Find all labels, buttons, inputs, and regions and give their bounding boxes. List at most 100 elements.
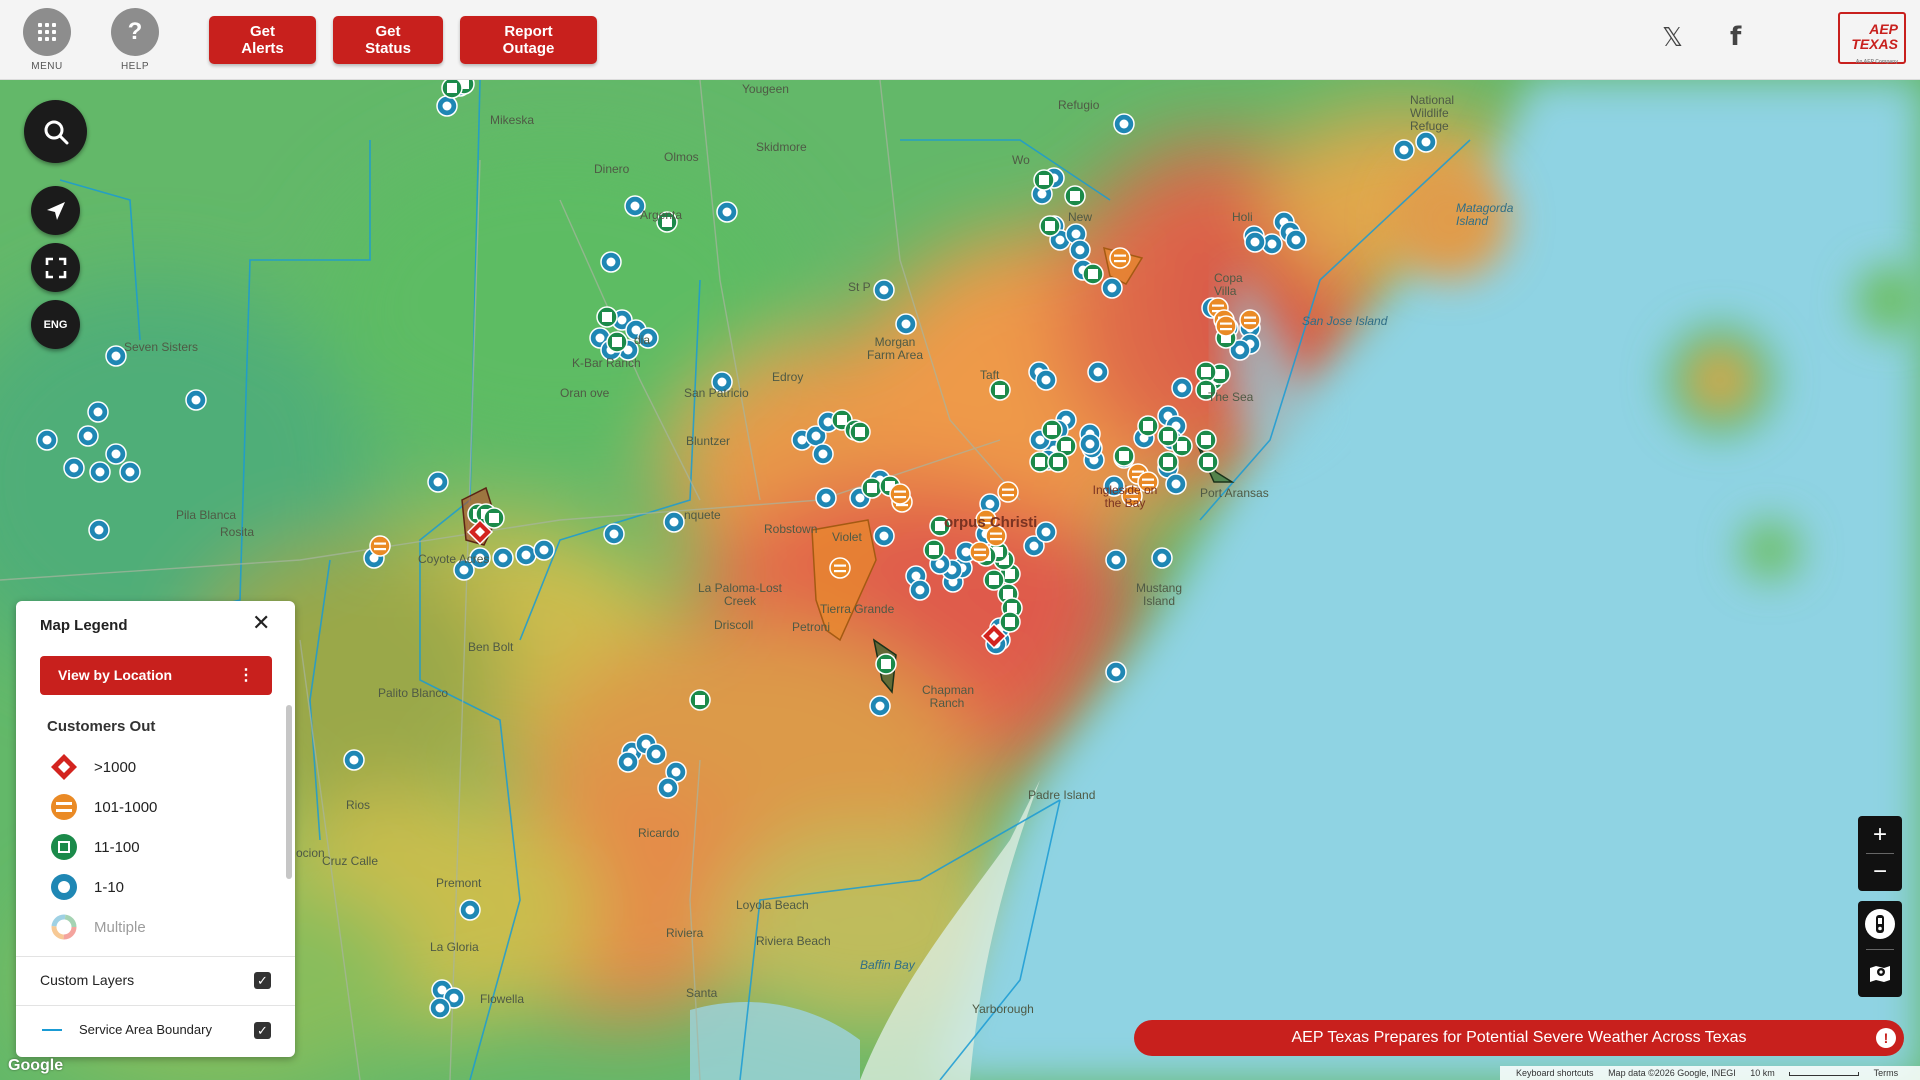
navigation-arrow-icon bbox=[46, 201, 65, 220]
marker-center bbox=[818, 449, 828, 459]
marker-center bbox=[722, 207, 732, 217]
marker-center bbox=[1421, 137, 1431, 147]
outage-marker-101-1000[interactable] bbox=[889, 483, 911, 505]
marker-center bbox=[1005, 569, 1015, 579]
marker-center bbox=[609, 529, 619, 539]
marker-stripe bbox=[834, 570, 846, 573]
zoom-in-button[interactable]: + bbox=[1858, 816, 1902, 853]
marker-center bbox=[1163, 457, 1173, 467]
info-icon bbox=[1876, 915, 1884, 933]
facebook-icon[interactable]: f bbox=[1730, 22, 1741, 52]
map-layers-button[interactable] bbox=[1866, 959, 1894, 987]
marker-center bbox=[1201, 435, 1211, 445]
marker-stripe bbox=[374, 542, 386, 545]
close-icon[interactable]: ✕ bbox=[252, 612, 270, 634]
more-options-icon[interactable]: ⋮ bbox=[238, 665, 254, 685]
green-square-icon bbox=[51, 834, 77, 860]
zoom-out-button[interactable]: − bbox=[1858, 853, 1902, 890]
marker-stripe bbox=[980, 522, 992, 525]
marker-stripe bbox=[974, 554, 986, 557]
search-button[interactable] bbox=[24, 100, 87, 163]
legend-item: 101-1000 bbox=[50, 793, 157, 821]
marker-stripe bbox=[1220, 328, 1232, 331]
marker-center bbox=[695, 695, 705, 705]
keyboard-shortcuts-link[interactable]: Keyboard shortcuts bbox=[1516, 1068, 1594, 1078]
marker-center bbox=[435, 1003, 445, 1013]
aep-texas-logo[interactable]: AEP TEXAS An AEP Company bbox=[1838, 12, 1906, 65]
marker-stripe bbox=[1220, 322, 1232, 325]
outage-marker-101-1000[interactable] bbox=[369, 535, 391, 557]
menu-button[interactable]: MENU bbox=[17, 8, 77, 72]
marker-center bbox=[1071, 229, 1081, 239]
outage-marker-101-1000[interactable] bbox=[969, 541, 991, 563]
outage-marker-101-1000[interactable] bbox=[1109, 247, 1131, 269]
outage-marker-101-1000[interactable] bbox=[1137, 471, 1159, 493]
marker-center bbox=[630, 201, 640, 211]
marker-center bbox=[1045, 221, 1055, 231]
marker-stripe bbox=[894, 496, 906, 499]
marker-center bbox=[1035, 457, 1045, 467]
zoom-control: + − bbox=[1858, 816, 1902, 891]
marker-center bbox=[911, 571, 921, 581]
news-alert-banner[interactable]: AEP Texas Prepares for Potential Severe … bbox=[1134, 1020, 1904, 1056]
marker-center bbox=[879, 285, 889, 295]
marker-center bbox=[1171, 479, 1181, 489]
marker-center bbox=[1041, 527, 1051, 537]
marker-center bbox=[1037, 189, 1047, 199]
outage-marker-101-1000[interactable] bbox=[997, 481, 1019, 503]
marker-stripe bbox=[1244, 316, 1256, 319]
top-bar: MENU ? HELP Get Alerts Get Status Report… bbox=[0, 0, 1920, 80]
outage-marker-101-1000[interactable] bbox=[829, 557, 851, 579]
marker-center bbox=[1061, 441, 1071, 451]
marker-center bbox=[717, 377, 727, 387]
grid-icon bbox=[23, 8, 71, 56]
outage-marker-101-1000[interactable] bbox=[1215, 315, 1237, 337]
marker-center bbox=[935, 559, 945, 569]
report-outage-button[interactable]: Report Outage bbox=[460, 16, 597, 64]
custom-layers-checkbox[interactable]: ✓ bbox=[254, 972, 271, 989]
marker-center bbox=[1041, 375, 1051, 385]
get-status-button[interactable]: Get Status bbox=[333, 16, 443, 64]
language-button[interactable]: ENG bbox=[31, 300, 80, 349]
marker-center bbox=[929, 545, 939, 555]
alert-icon: ! bbox=[1876, 1028, 1896, 1048]
marker-stripe bbox=[1002, 494, 1014, 497]
marker-center bbox=[498, 553, 508, 563]
marker-center bbox=[94, 525, 104, 535]
locate-button[interactable] bbox=[31, 186, 80, 235]
logo-subtext: An AEP Company bbox=[1855, 59, 1898, 65]
help-label: HELP bbox=[120, 61, 150, 72]
legend-scrollbar[interactable] bbox=[286, 705, 292, 879]
legend-item: 1-10 bbox=[50, 873, 124, 901]
marker-stripe bbox=[894, 490, 906, 493]
outage-marker-101-1000[interactable] bbox=[1121, 485, 1143, 507]
help-button[interactable]: ? HELP bbox=[105, 8, 165, 72]
marker-center bbox=[1039, 175, 1049, 185]
get-alerts-button[interactable]: Get Alerts bbox=[209, 16, 316, 64]
marker-stripe bbox=[1114, 254, 1126, 257]
legend-item: 11-100 bbox=[50, 833, 140, 861]
marker-center bbox=[83, 431, 93, 441]
marker-center bbox=[191, 395, 201, 405]
map-scale: 10 km bbox=[1750, 1068, 1775, 1078]
marker-center bbox=[42, 435, 52, 445]
logo-text-aep: AEP bbox=[1869, 21, 1898, 37]
outage-marker-101-1000[interactable] bbox=[985, 525, 1007, 547]
outage-marker-101-1000[interactable] bbox=[1239, 309, 1261, 331]
service-area-boundary-checkbox[interactable]: ✓ bbox=[254, 1022, 271, 1039]
x-twitter-icon[interactable]: 𝕏 bbox=[1662, 22, 1683, 53]
marker-stripe bbox=[1114, 260, 1126, 263]
marker-center bbox=[1203, 457, 1213, 467]
marker-stripe bbox=[1244, 322, 1256, 325]
fullscreen-button[interactable] bbox=[31, 243, 80, 292]
marker-center bbox=[125, 467, 135, 477]
marker-center bbox=[606, 257, 616, 267]
marker-stripe bbox=[1126, 492, 1138, 495]
terms-link[interactable]: Terms bbox=[1874, 1068, 1899, 1078]
info-button[interactable] bbox=[1865, 909, 1895, 939]
marker-stripe bbox=[834, 564, 846, 567]
divider bbox=[1866, 853, 1894, 854]
legend-item-label: >1000 bbox=[94, 758, 137, 776]
view-by-location-button[interactable]: View by Location ⋮ bbox=[40, 656, 272, 695]
marker-center bbox=[1267, 239, 1277, 249]
